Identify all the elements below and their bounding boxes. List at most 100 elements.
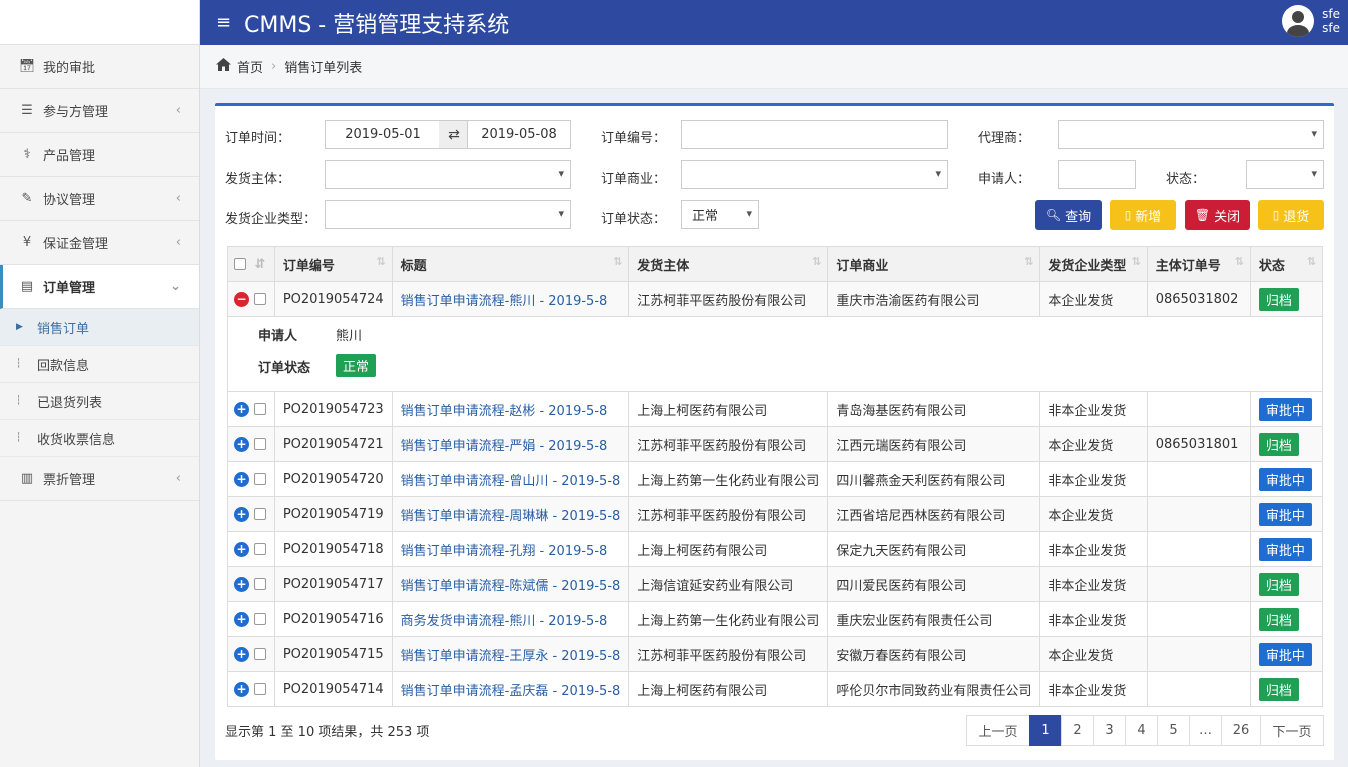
col-header-order-no[interactable]: 订单编号 ⇅ [273,246,393,282]
page-button[interactable]: 1 [1029,715,1062,746]
row-checkbox[interactable] [254,438,267,450]
status-select[interactable] [1246,160,1324,189]
expand-icon[interactable]: + [234,681,249,697]
row-checkbox-cell[interactable] [250,281,275,317]
expand-cell[interactable]: + [227,496,251,532]
expand-cell[interactable]: + [227,461,251,497]
row-checkbox-cell[interactable] [250,531,275,567]
cell-title[interactable]: 销售订单申请流程-王厚永 - 2019-5-8 [391,636,630,672]
sidebar-item-0[interactable]: 📅︎ 我的审批 [0,45,199,89]
order-title-link[interactable]: 销售订单申请流程-孟庆磊 - 2019-5-8 [401,684,621,699]
page-button[interactable]: 26 [1221,715,1261,746]
row-checkbox[interactable] [254,683,267,695]
table-row[interactable]: + PO2019054721 销售订单申请流程-严娟 - 2019-5-8 江苏柯菲平… [227,426,1324,462]
row-checkbox-cell[interactable] [250,496,275,532]
page-button[interactable]: 5 [1157,715,1190,746]
submenu-item-1[interactable]: ┆ 回款信息 [0,346,199,383]
expand-cell[interactable]: + [227,426,251,462]
row-checkbox-cell[interactable] [250,636,275,672]
col-header-commercial[interactable]: 订单商业 ⇅ [827,246,1041,282]
sidebar-item-2[interactable]: ⚕ 产品管理 [0,133,199,177]
shipper-select[interactable] [325,160,571,189]
table-row[interactable]: + PO2019054716 商务发货申请流程-熊川 - 2019-5-8 上海上药第… [227,601,1324,637]
row-checkbox-cell[interactable] [250,391,275,427]
avatar[interactable] [1282,5,1315,37]
order-title-link[interactable]: 销售订单申请流程-严娟 - 2019-5-8 [401,439,608,454]
expand-cell[interactable]: + [227,566,251,602]
expand-icon[interactable]: + [234,506,249,522]
col-header-title[interactable]: 标题 ⇅ [391,246,630,282]
order-no-input[interactable] [681,120,948,149]
expand-icon[interactable]: + [234,401,249,417]
cell-title[interactable]: 销售订单申请流程-严娟 - 2019-5-8 [391,426,630,462]
row-checkbox[interactable] [254,473,267,485]
row-checkbox[interactable] [254,508,267,520]
order-title-link[interactable]: 销售订单申请流程-曾山川 - 2019-5-8 [401,474,621,489]
order-title-link[interactable]: 销售订单申请流程-王厚永 - 2019-5-8 [401,649,621,664]
ship-type-select[interactable] [325,200,571,229]
row-checkbox[interactable] [254,648,267,660]
expand-icon[interactable]: + [234,646,249,662]
table-row[interactable]: + PO2019054719 销售订单申请流程-周琳琳 - 2019-5-8 江苏柯菲… [227,496,1324,532]
cell-title[interactable]: 销售订单申请流程-赵彬 - 2019-5-8 [391,391,630,427]
order-title-link[interactable]: 销售订单申请流程-赵彬 - 2019-5-8 [401,404,608,419]
cell-title[interactable]: 商务发货申请流程-熊川 - 2019-5-8 [391,601,630,637]
cell-title[interactable]: 销售订单申请流程-陈斌儒 - 2019-5-8 [391,566,630,602]
page-button[interactable]: 4 [1125,715,1158,746]
commercial-select[interactable] [681,160,948,189]
date-to-input[interactable]: 2019-05-08 [467,120,571,149]
row-checkbox-cell[interactable] [250,671,275,707]
select-all-header[interactable] [227,246,251,282]
expand-icon[interactable]: + [234,541,249,557]
submenu-item-0[interactable]: ▶ 销售订单 [0,309,199,346]
sidebar-item-bill-discount[interactable]: ▥ 票折管理 ‹ [0,457,199,501]
expand-cell[interactable]: + [227,671,251,707]
page-ellipsis[interactable]: … [1189,715,1222,746]
table-row[interactable]: − PO2019054724 销售订单申请流程-熊川 - 2019-5-8 江苏柯菲平… [227,281,1324,317]
prev-page-button[interactable]: 上一页 [966,715,1030,746]
close-button[interactable]: 🗑︎ 关闭 [1185,200,1250,230]
submenu-item-2[interactable]: ┆ 已退货列表 [0,383,199,420]
add-button[interactable]: ▯ 新增 [1110,200,1176,230]
cell-title[interactable]: 销售订单申请流程-孟庆磊 - 2019-5-8 [391,671,630,707]
sidebar-item-3[interactable]: ✎ 协议管理 ‹ [0,177,199,221]
table-row[interactable]: + PO2019054715 销售订单申请流程-王厚永 - 2019-5-8 江苏柯菲… [227,636,1324,672]
user-menu[interactable]: sfe sfe [1282,5,1340,37]
sidebar-item-4[interactable]: ¥ 保证金管理 ‹ [0,221,199,265]
cell-title[interactable]: 销售订单申请流程-熊川 - 2019-5-8 [391,281,630,317]
table-row[interactable]: + PO2019054720 销售订单申请流程-曾山川 - 2019-5-8 上海上药… [227,461,1324,497]
date-from-input[interactable]: 2019-05-01 [325,120,441,149]
order-title-link[interactable]: 商务发货申请流程-熊川 - 2019-5-8 [401,614,608,629]
table-row[interactable]: + PO2019054717 销售订单申请流程-陈斌儒 - 2019-5-8 上海信谊… [227,566,1324,602]
collapse-icon[interactable]: − [234,291,249,307]
page-button[interactable]: 3 [1093,715,1126,746]
order-title-link[interactable]: 销售订单申请流程-熊川 - 2019-5-8 [401,294,608,309]
expand-cell[interactable]: + [227,531,251,567]
expand-cell[interactable]: + [227,601,251,637]
expand-cell[interactable]: + [227,636,251,672]
table-row[interactable]: + PO2019054723 销售订单申请流程-赵彬 - 2019-5-8 上海上柯医… [227,391,1324,427]
row-checkbox-cell[interactable] [250,461,275,497]
expand-cell[interactable]: − [227,281,251,317]
agent-select[interactable] [1058,120,1324,149]
col-header-main-order-no[interactable]: 主体订单号 ⇅ [1146,246,1251,282]
order-status-select[interactable]: 正常 [681,200,759,229]
cell-title[interactable]: 销售订单申请流程-曾山川 - 2019-5-8 [391,461,630,497]
order-title-link[interactable]: 销售订单申请流程-陈斌儒 - 2019-5-8 [401,579,621,594]
table-row[interactable]: + PO2019054718 销售订单申请流程-孔翔 - 2019-5-8 上海上柯医… [227,531,1324,567]
next-page-button[interactable]: 下一页 [1260,715,1324,746]
col-header-shipper[interactable]: 发货主体 ⇅ [628,246,829,282]
cell-title[interactable]: 销售订单申请流程-周琳琳 - 2019-5-8 [391,496,630,532]
row-checkbox-cell[interactable] [250,426,275,462]
row-checkbox[interactable] [254,543,267,555]
order-title-link[interactable]: 销售订单申请流程-孔翔 - 2019-5-8 [401,544,608,559]
cell-title[interactable]: 销售订单申请流程-孔翔 - 2019-5-8 [391,531,630,567]
row-checkbox[interactable] [254,613,267,625]
expand-icon[interactable]: + [234,611,249,627]
row-checkbox[interactable] [254,293,267,305]
return-button[interactable]: ▯ 退货 [1258,200,1324,230]
sort-toggle-header[interactable]: ⇵ [250,246,275,282]
sidebar-item-1[interactable]: ☰ 参与方管理 ‹ [0,89,199,133]
row-checkbox[interactable] [254,578,267,590]
expand-icon[interactable]: + [234,576,249,592]
